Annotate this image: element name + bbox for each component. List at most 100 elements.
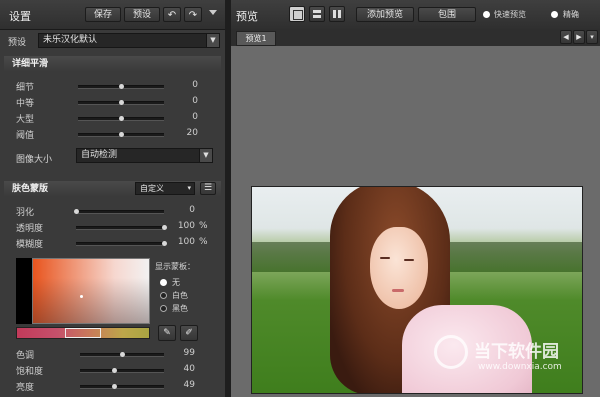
accurate-label: 精确	[563, 10, 579, 19]
slider-track[interactable]	[78, 84, 164, 89]
slider-label: 透明度	[16, 224, 44, 234]
skin-mode-select[interactable]: 自定义 ▾	[135, 182, 195, 195]
split-h-bottom	[313, 15, 321, 18]
tab-preview1[interactable]: 预览1	[236, 31, 276, 46]
redo-icon[interactable]: ↷	[184, 7, 202, 22]
mask-white-radio[interactable]	[160, 292, 167, 299]
bracket-button[interactable]: 包围	[418, 7, 476, 22]
preview-toolbar: 预览 添加预览 包围 快速预览 精确	[231, 0, 600, 30]
slider-label: 细节	[16, 83, 35, 93]
hue-strip[interactable]	[16, 327, 150, 339]
slider-thumb[interactable]	[111, 368, 117, 373]
photo-mouth	[392, 289, 404, 292]
slider-track[interactable]	[78, 100, 164, 105]
preset-button[interactable]: 预设	[124, 7, 160, 22]
skin-mode-value: 自定义	[140, 184, 164, 193]
photo-eye-right	[404, 259, 414, 261]
eyedropper-plus-icon[interactable]: ✐	[180, 325, 198, 341]
hue-range-selector[interactable]	[65, 328, 101, 338]
mask-black-radio[interactable]	[160, 305, 167, 312]
slider-value: 100	[177, 221, 195, 231]
slider-thumb[interactable]	[119, 132, 124, 137]
display-mask-label: 显示蒙板：	[155, 262, 195, 271]
list-icon[interactable]: ☰	[200, 182, 216, 195]
mask-black-label: 黑色	[172, 304, 188, 313]
chevron-down-icon: ▼	[206, 34, 219, 47]
add-preview-button[interactable]: 添加预览	[356, 7, 414, 22]
slider-label: 中等	[16, 99, 35, 109]
watermark-logo-icon	[434, 335, 468, 369]
slider-thumb[interactable]	[120, 352, 125, 357]
slider-value: 49	[183, 380, 195, 390]
slider-label: 饱和度	[16, 367, 44, 377]
slider-value: 0	[192, 80, 198, 90]
slider-thumb[interactable]	[119, 84, 124, 89]
eyedropper-icon[interactable]: ✎	[158, 325, 176, 341]
slider-label: 大型	[16, 115, 35, 125]
tab-prev-icon[interactable]: ◀	[560, 30, 572, 44]
preview-photo: 当下软件园 www.downxia.com	[251, 186, 583, 394]
settings-toolbar: 设置 保存 预设 ↶ ↷	[0, 0, 225, 30]
chevron-down-icon: ▾	[187, 184, 191, 192]
preview-title: 预览	[236, 10, 258, 23]
slider-track[interactable]	[74, 209, 164, 214]
mask-white-label: 白色	[172, 291, 188, 300]
slider-thumb[interactable]	[74, 209, 79, 214]
watermark-brand: 当下软件园	[474, 342, 559, 362]
color-picker-area[interactable]	[16, 258, 150, 324]
slider-value: 40	[183, 364, 195, 374]
slider-unit: %	[199, 221, 208, 231]
slider-value: 100	[177, 237, 195, 247]
watermark-url: www.downxia.com	[478, 362, 562, 372]
slider-value: 0	[189, 205, 195, 215]
photo-eye-left	[380, 257, 390, 259]
slider-track[interactable]	[78, 132, 164, 137]
menu-dropdown-icon[interactable]	[209, 10, 217, 15]
image-size-label: 图像大小	[16, 155, 53, 165]
preview-panel: 预览 添加预览 包围 快速预览 精确 预览1 ◀ ▶ ▾ 当下软件园 www.d…	[231, 0, 600, 397]
single-view-glyph	[293, 10, 303, 20]
slider-label: 色调	[16, 351, 35, 361]
slider-track[interactable]	[78, 116, 164, 121]
slider-value: 0	[192, 112, 198, 122]
split-v-left	[333, 10, 336, 18]
preset-select-value: 未乐汉化默认	[43, 35, 98, 45]
settings-title: 设置	[9, 10, 31, 23]
slider-thumb[interactable]	[119, 116, 124, 121]
preset-field-label: 预设	[8, 38, 27, 48]
tab-next-icon[interactable]: ▶	[573, 30, 585, 44]
detail-section-header: 详细平滑	[4, 56, 221, 72]
fast-preview-label: 快速预览	[494, 10, 526, 19]
slider-track[interactable]	[76, 225, 167, 230]
slider-track[interactable]	[80, 368, 164, 373]
settings-panel: 设置 保存 预设 ↶ ↷ 预设 未乐汉化默认 ▼ 详细平滑 细节 0 中等 0 大型 0 阈…	[0, 0, 225, 397]
split-vertical-icon[interactable]	[329, 6, 345, 22]
slider-track[interactable]	[80, 352, 164, 357]
image-size-value: 自动检测	[81, 150, 118, 160]
slider-thumb[interactable]	[111, 384, 117, 389]
color-picker-frame	[32, 258, 150, 324]
preset-select[interactable]: 未乐汉化默认 ▼	[38, 33, 220, 48]
slider-thumb[interactable]	[119, 100, 124, 105]
single-view-icon[interactable]	[289, 6, 305, 22]
slider-label: 亮度	[16, 383, 35, 393]
mask-none-radio[interactable]	[160, 279, 167, 286]
fast-preview-radio[interactable]	[483, 11, 490, 18]
slider-value: 99	[183, 348, 195, 358]
accurate-radio[interactable]	[551, 11, 558, 18]
split-horizontal-icon[interactable]	[309, 6, 325, 22]
chevron-down-icon: ▼	[199, 149, 212, 162]
slider-track[interactable]	[80, 384, 164, 389]
photo-face	[370, 227, 428, 309]
tab-menu-icon[interactable]: ▾	[586, 30, 598, 44]
slider-value: 0	[192, 96, 198, 106]
save-button[interactable]: 保存	[85, 7, 121, 22]
image-size-select[interactable]: 自动检测 ▼	[76, 148, 213, 163]
split-v-right	[338, 10, 341, 18]
slider-track[interactable]	[76, 241, 167, 246]
slider-value: 20	[186, 128, 198, 138]
undo-icon[interactable]: ↶	[163, 7, 181, 22]
tab-strip: 预览1 ◀ ▶ ▾	[231, 29, 600, 46]
slider-label: 羽化	[16, 208, 35, 218]
slider-label: 阈值	[16, 131, 35, 141]
